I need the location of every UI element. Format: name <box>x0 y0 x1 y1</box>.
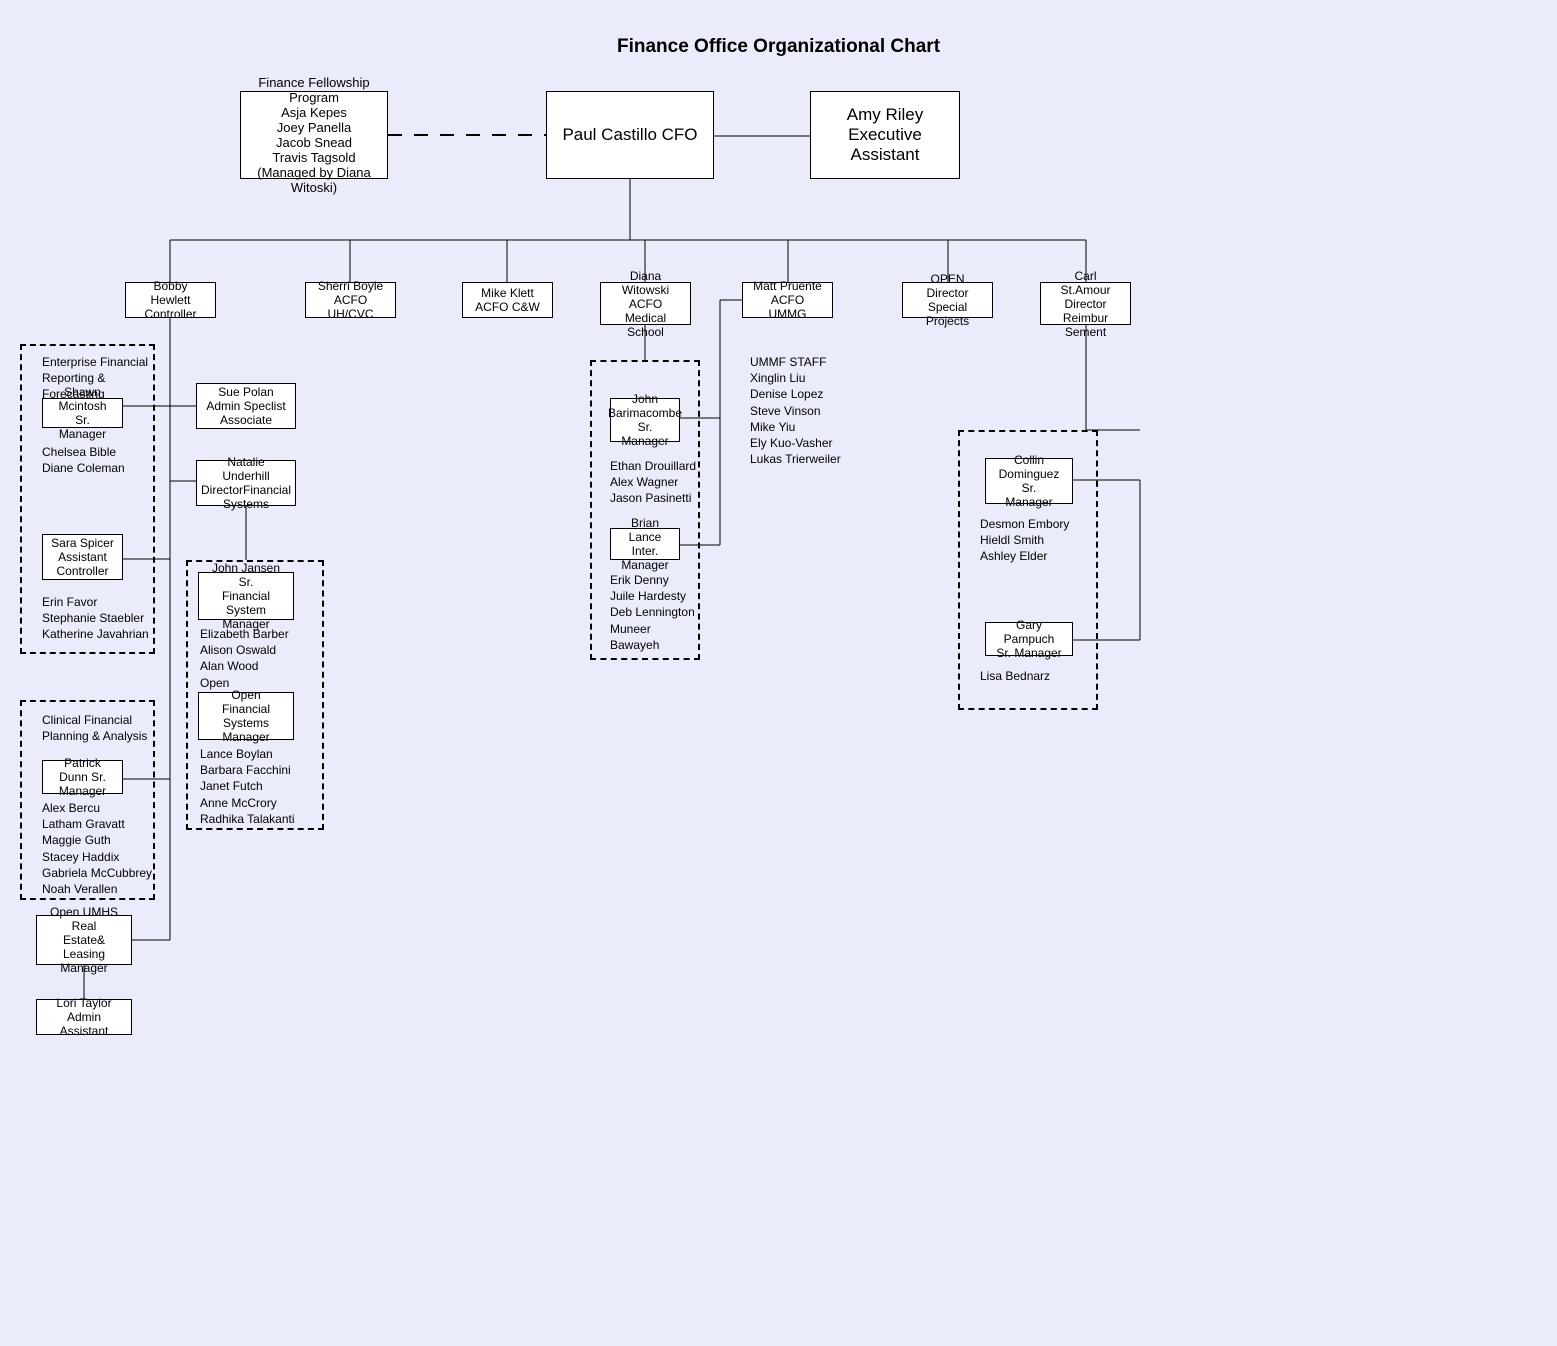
jj-staff: Elizabeth Barber Alison Oswald Alan Wood… <box>200 626 289 691</box>
shawn-mcintosh-box: Shawn Mcintosh Sr. Manager <box>42 398 123 428</box>
controller-box: Bobby Hewlett Controller <box>125 282 216 318</box>
gp-staff: Lisa Bednarz <box>980 668 1050 684</box>
collin-dominguez-box: Collin Dominguez Sr. Manager <box>985 458 1073 504</box>
acfo-uhcvc-box: Sherri Boyle ACFO UH/CVC <box>305 282 396 318</box>
fellowship-line-2: Asja Kepes <box>281 105 347 120</box>
brian-lance-box: Brian Lance Inter. Manager <box>610 528 680 560</box>
shawn-staff: Chelsea Bible Diane Coleman <box>42 444 125 476</box>
acfo-medical-box: Diana Witowski ACFO Medical School <box>600 282 691 325</box>
fellowship-line-5: Travis Tagsold <box>272 150 355 165</box>
patrick-dunn-box: Patrick Dunn Sr. Manager <box>42 760 123 794</box>
ea-role: Executive Assistant <box>819 125 951 165</box>
cfo-name: Paul Castillo CFO <box>562 125 697 145</box>
fellowship-line-3: Joey Panella <box>277 120 351 135</box>
sara-spicer-box: Sara Spicer Assistant Controller <box>42 534 123 580</box>
ofs-staff: Lance Boylan Barbara Facchini Janet Futc… <box>200 746 295 827</box>
executive-assistant-box: Amy Riley Executive Assistant <box>810 91 960 179</box>
acfo-ummg-box: Matt Pruente ACFO UMMG <box>742 282 833 318</box>
open-fs-manager-box: Open Financial Systems Manager <box>198 692 294 740</box>
fellowship-line-4: Jacob Snead <box>276 135 352 150</box>
controller-name: Bobby Hewlett <box>134 279 207 307</box>
bl-staff: Erik Denny Juile Hardesty Deb Lennington… <box>610 572 695 653</box>
john-barimacombe-box: John Barimacombe Sr. Manager <box>610 398 680 442</box>
director-reimbursement-box: Carl St.Amour Director Reimbur Sement <box>1040 282 1131 325</box>
controller-role: Controller <box>144 307 196 321</box>
fellowship-line-6: (Managed by Diana Witoski) <box>249 165 379 195</box>
chart-title: Finance Office Organizational Chart <box>0 36 1557 58</box>
cfpa-title: Clinical Financial Planning & Analysis <box>42 712 147 744</box>
open-director-box: OPEN Director Special Projects <box>902 282 993 318</box>
john-jansen-box: John Jansen Sr. Financial System Manager <box>198 572 294 620</box>
cfo-box: Paul Castillo CFO <box>546 91 714 179</box>
sara-staff: Erin Favor Stephanie Staebler Katherine … <box>42 594 149 643</box>
sue-polan-box: Sue Polan Admin Speclist Associate <box>196 383 296 429</box>
acfo-cw-box: Mike Klett ACFO C&W <box>462 282 553 318</box>
pd-staff: Alex Bercu Latham Gravatt Maggie Guth St… <box>42 800 152 897</box>
ummg-staff: UMMF STAFF Xinglin Liu Denise Lopez Stev… <box>750 354 841 467</box>
gary-pampuch-box: Gary Pampuch Sr. Manager <box>985 622 1073 656</box>
natalie-underhill-box: Natalie Underhill DirectorFinancial Syst… <box>196 460 296 506</box>
jb-staff: Ethan Drouillard Alex Wagner Jason Pasin… <box>610 458 696 507</box>
real-estate-box: Open UMHS Real Estate& Leasing Manager <box>36 915 132 965</box>
lori-taylor-box: Lori Taylor Admin Assistant <box>36 999 132 1035</box>
fellowship-box: Finance Fellowship Program Asja Kepes Jo… <box>240 91 388 179</box>
fellowship-line-1: Finance Fellowship Program <box>249 75 379 105</box>
cd-staff: Desmon Embory Hieldl Smith Ashley Elder <box>980 516 1069 565</box>
ea-name: Amy Riley <box>847 105 924 125</box>
